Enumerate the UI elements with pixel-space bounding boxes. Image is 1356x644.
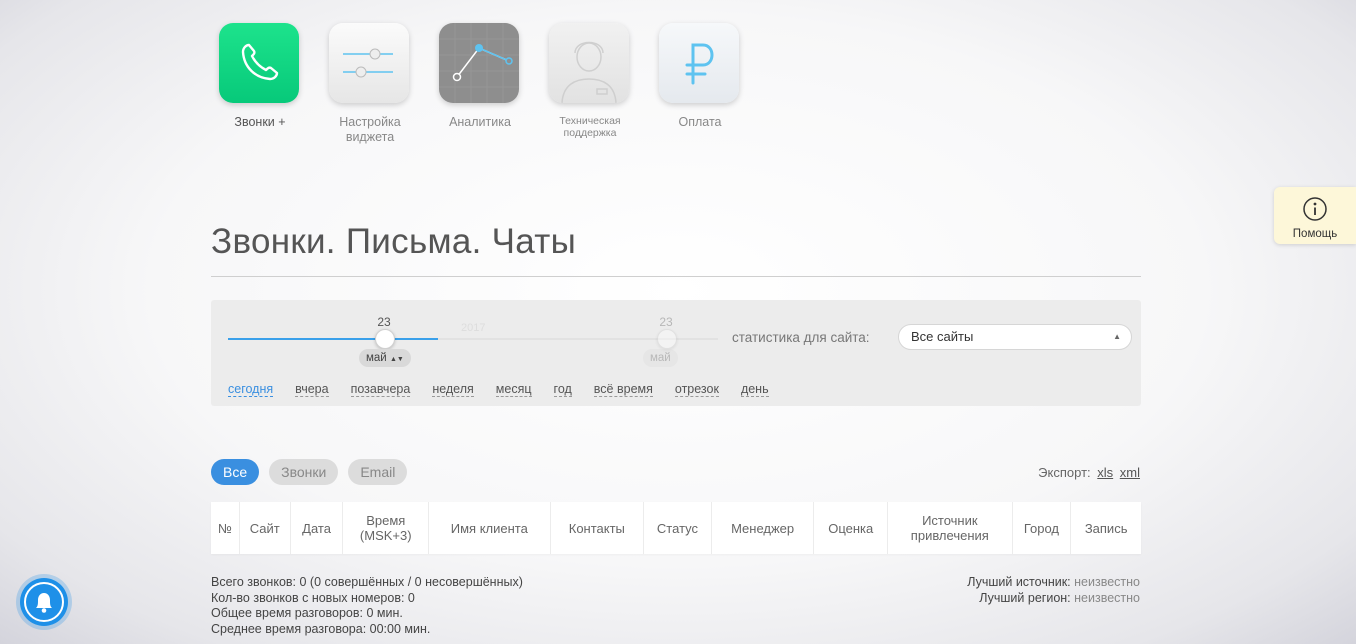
summary-total-time: Общее время разговоров: 0 мин. [211, 606, 403, 620]
summary-stats: Всего звонков: 0 (0 совершённых / 0 несо… [211, 575, 523, 637]
stat-site-label: статистика для сайта: [732, 330, 870, 345]
nav-analytics[interactable]: Аналитика [439, 23, 521, 145]
site-select-value: Все сайты [911, 329, 974, 344]
nav-analytics-label: Аналитика [449, 115, 511, 129]
nav-support-label: Техническая поддержка [559, 115, 621, 139]
top-nav: Звонки + Настройка виджета Аналитика Тех… [219, 23, 769, 145]
support-tile[interactable] [549, 23, 629, 103]
nav-widget-settings-label: Настройка виджета [339, 115, 401, 144]
period-yesterday[interactable]: вчера [295, 382, 329, 397]
calls-tile[interactable] [219, 23, 299, 103]
col-client-name[interactable]: Имя клиента [429, 502, 551, 554]
payment-tile[interactable] [659, 23, 739, 103]
export-label: Экспорт: [1038, 465, 1091, 480]
col-contacts[interactable]: Контакты [551, 502, 645, 554]
period-links: сегодня вчера позавчера неделя месяц год… [228, 382, 791, 397]
best-source-label: Лучший источник: [967, 575, 1071, 589]
nav-support[interactable]: Техническая поддержка [549, 23, 631, 145]
period-day-before[interactable]: позавчера [350, 382, 411, 397]
slider-handle[interactable] [375, 329, 395, 349]
nav-payment-label: Оплата [678, 115, 722, 129]
tab-email[interactable]: Email [348, 459, 408, 485]
help-button[interactable]: Помощь [1274, 187, 1356, 244]
period-today[interactable]: сегодня [228, 382, 274, 397]
chart-icon [439, 23, 519, 103]
select-arrows-icon: ▲▼ [389, 356, 404, 363]
calls-table-header: № Сайт Дата Время (MSK+3) Имя клиента Ко… [211, 502, 1141, 554]
notifications-button[interactable] [20, 578, 68, 626]
info-icon [1303, 197, 1327, 221]
summary-new-numbers: Кол-во звонков с новых номеров: 0 [211, 590, 415, 605]
month-select-value: май [366, 352, 387, 364]
col-status[interactable]: Статус [644, 502, 712, 554]
title-divider [211, 276, 1141, 277]
end-month-select[interactable]: май [643, 349, 678, 367]
bell-icon [24, 582, 64, 622]
analytics-tile[interactable] [439, 23, 519, 103]
summary-best: Лучший источник: неизвестно Лучший регио… [967, 575, 1140, 606]
col-source[interactable]: Источник привлечения [888, 502, 1013, 554]
best-region-label: Лучший регион: [979, 590, 1071, 605]
date-slider-track[interactable] [228, 338, 438, 340]
ghost-year: 2017 [461, 322, 486, 334]
end-month-select-value: май [650, 352, 671, 364]
nav-calls[interactable]: Звонки + [219, 23, 301, 145]
phone-icon [241, 43, 279, 81]
export-xml-link[interactable]: xml [1120, 465, 1140, 480]
slider-day: 23 [377, 315, 391, 329]
col-date[interactable]: Дата [291, 502, 344, 554]
nav-widget-settings[interactable]: Настройка виджета [329, 23, 411, 145]
col-city[interactable]: Город [1013, 502, 1072, 554]
tab-all[interactable]: Все [211, 459, 260, 485]
ruble-icon [685, 43, 714, 85]
export-xls-link[interactable]: xls [1097, 465, 1113, 480]
best-source-value: неизвестно [1074, 575, 1140, 589]
best-region: Лучший регион: неизвестно [967, 591, 1140, 607]
col-number[interactable]: № [211, 502, 240, 554]
col-record[interactable]: Запись [1071, 502, 1141, 554]
operator-icon [561, 41, 617, 103]
period-all-time[interactable]: всё время [593, 382, 653, 397]
period-day[interactable]: день [740, 382, 769, 397]
period-range[interactable]: отрезок [674, 382, 719, 397]
period-week[interactable]: неделя [432, 382, 474, 397]
slider-end-day: 23 [659, 315, 673, 329]
type-tabs: Все Звонки Email [211, 459, 417, 485]
summary-avg-time: Среднее время разговора: 00:00 мин. [211, 621, 431, 636]
settings-tile[interactable] [329, 23, 409, 103]
period-year[interactable]: год [553, 382, 572, 397]
nav-calls-label: Звонки + [234, 115, 286, 129]
period-month[interactable]: месяц [495, 382, 532, 397]
help-label: Помощь [1292, 228, 1338, 240]
select-arrows-icon: ▲ [1113, 332, 1121, 341]
col-site[interactable]: Сайт [240, 502, 291, 554]
best-region-value: неизвестно [1074, 590, 1140, 605]
best-source: Лучший источник: неизвестно [967, 575, 1140, 591]
col-manager[interactable]: Менеджер [712, 502, 815, 554]
sliders-icon [343, 48, 393, 78]
export: Экспорт: xls xml [1038, 465, 1140, 480]
slider-end-handle[interactable] [657, 329, 677, 349]
filter-panel: 2017 23 май ▲▼ 23 май статистика для сай… [211, 300, 1141, 406]
col-rating[interactable]: Оценка [814, 502, 889, 554]
tab-calls[interactable]: Звонки [269, 459, 339, 485]
summary-total: Всего звонков: 0 (0 совершённых / 0 несо… [211, 575, 523, 589]
month-select[interactable]: май ▲▼ [359, 349, 411, 367]
col-time[interactable]: Время (MSK+3) [343, 502, 430, 554]
page-title: Звонки. Письма. Чаты [211, 222, 577, 261]
site-select[interactable]: Все сайты ▲ [898, 324, 1132, 350]
nav-payment[interactable]: Оплата [659, 23, 741, 145]
